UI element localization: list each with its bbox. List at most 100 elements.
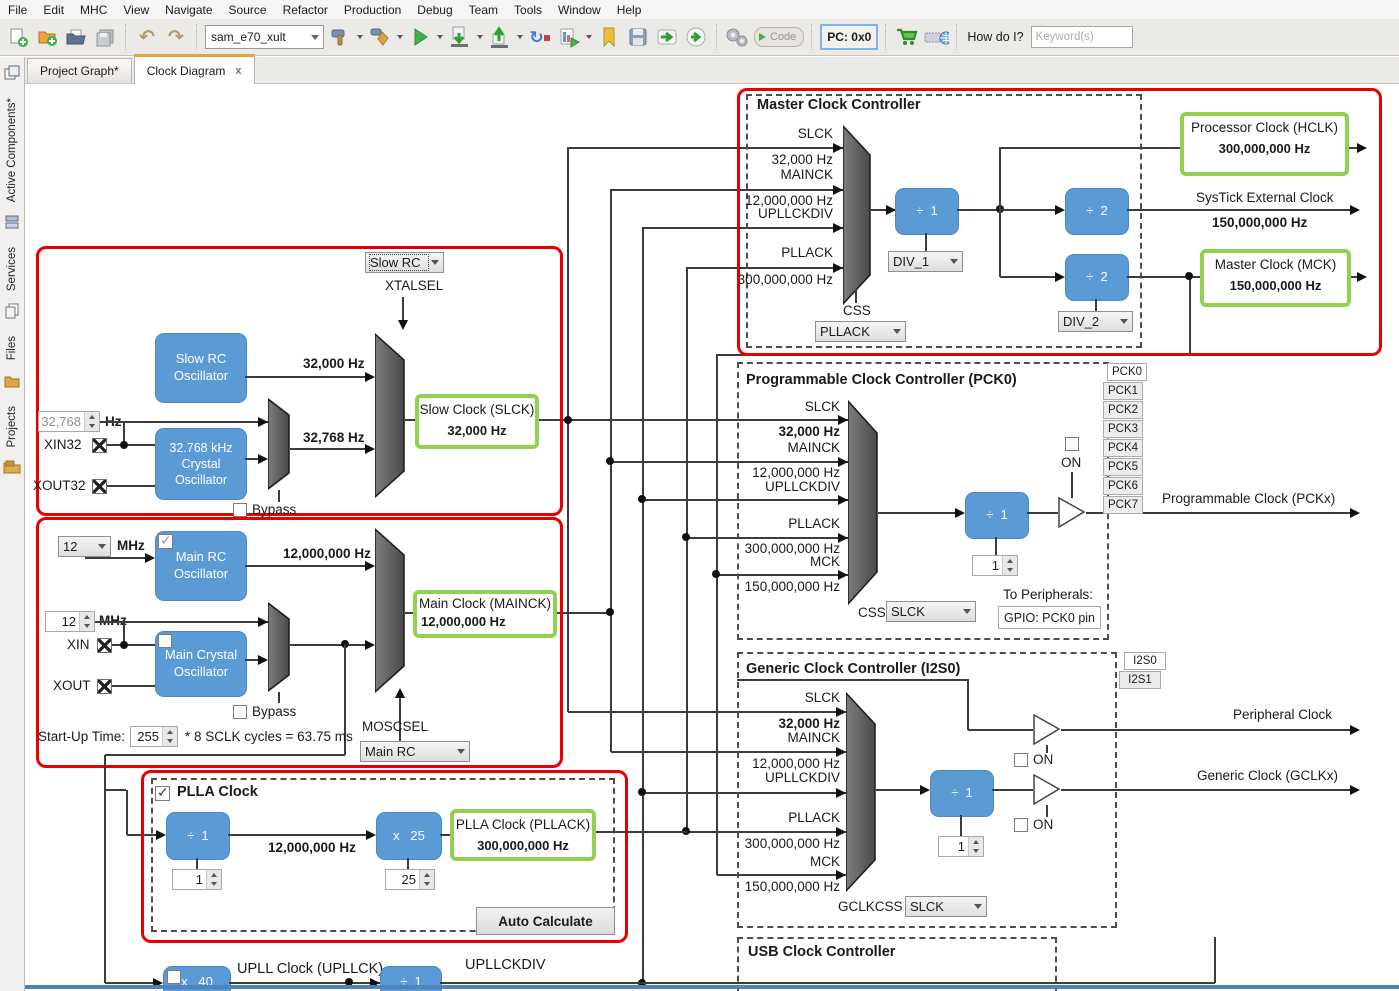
open-project-icon[interactable] bbox=[63, 24, 89, 50]
sidebar-tab-active-components[interactable]: Active Components* bbox=[6, 98, 18, 202]
tab-clock-diagram[interactable]: Clock Diagram x bbox=[134, 54, 255, 84]
main-crystal-enable-checkbox[interactable] bbox=[158, 634, 172, 648]
pck-tab-1[interactable]: PCK1 bbox=[1103, 382, 1143, 400]
run-project-icon[interactable] bbox=[407, 24, 433, 50]
moscsel-select[interactable]: Main RC bbox=[360, 741, 470, 762]
menu-debug[interactable]: Debug bbox=[409, 1, 460, 19]
xin-pin-checkbox[interactable] bbox=[97, 638, 112, 653]
dock-windows-icon[interactable] bbox=[4, 65, 20, 86]
plla-mul-spinner[interactable]: 25 bbox=[385, 869, 435, 890]
bookmark-icon[interactable] bbox=[596, 24, 622, 50]
build-project-icon[interactable] bbox=[327, 24, 353, 50]
wire bbox=[686, 267, 688, 833]
keyword-search-input[interactable] bbox=[1031, 26, 1133, 48]
gclk-on1-checkbox[interactable] bbox=[1014, 753, 1028, 767]
pck-on-checkbox[interactable] bbox=[1065, 437, 1079, 451]
tab-clock-diagram-label: Clock Diagram bbox=[147, 64, 226, 78]
step-over-icon[interactable] bbox=[654, 24, 680, 50]
gclk-tab-i2s1[interactable]: I2S1 bbox=[1119, 671, 1161, 689]
profiler-icon[interactable] bbox=[556, 24, 582, 50]
debug-dropdown-icon[interactable] bbox=[477, 35, 483, 39]
pck-css-select[interactable]: SLCK bbox=[886, 601, 976, 622]
master-div2-select[interactable]: DIV_2 bbox=[1058, 311, 1133, 332]
generate-code-button[interactable]: Code bbox=[754, 27, 804, 47]
menu-file[interactable]: File bbox=[0, 1, 35, 19]
plla-enable-checkbox[interactable] bbox=[155, 786, 170, 801]
gclk-tab-i2s0[interactable]: I2S0 bbox=[1124, 652, 1166, 670]
main-bypass-checkbox[interactable] bbox=[233, 705, 247, 719]
master-div1-select[interactable]: DIV_1 bbox=[888, 251, 963, 272]
clean-build-dropdown-icon[interactable] bbox=[397, 35, 403, 39]
pck-tab-4[interactable]: PCK4 bbox=[1103, 439, 1143, 457]
redo-icon[interactable]: ↷ bbox=[163, 24, 189, 50]
tab-project-graph[interactable]: Project Graph* bbox=[27, 58, 132, 83]
sidebar-tab-files[interactable]: Files bbox=[6, 336, 18, 360]
startup-time-label: Start-Up Time: bbox=[38, 729, 125, 744]
master-css-select[interactable]: PLLACK bbox=[815, 321, 906, 342]
step-into-icon[interactable] bbox=[683, 24, 709, 50]
startup-time-spinner[interactable]: 255 bbox=[130, 726, 178, 747]
xout32-pin-checkbox[interactable] bbox=[92, 479, 107, 494]
gclk-on2-checkbox[interactable] bbox=[1014, 818, 1028, 832]
new-file-icon[interactable] bbox=[5, 24, 31, 50]
device-globe-icon[interactable] bbox=[923, 24, 949, 50]
cart-icon[interactable] bbox=[894, 24, 920, 50]
save-icon[interactable] bbox=[625, 24, 651, 50]
pck-div-spinner[interactable]: 1 bbox=[972, 555, 1018, 576]
menu-team[interactable]: Team bbox=[461, 1, 506, 19]
menu-view[interactable]: View bbox=[115, 1, 157, 19]
clean-build-icon[interactable] bbox=[367, 24, 393, 50]
sidebar-tab-services[interactable]: Services bbox=[6, 247, 18, 291]
slow-bypass-checkbox[interactable] bbox=[233, 503, 247, 517]
wire bbox=[642, 227, 644, 983]
toolbar-separator bbox=[885, 24, 887, 50]
sidebar-tab-projects[interactable]: Projects bbox=[6, 406, 18, 448]
pck-tab-5[interactable]: PCK5 bbox=[1103, 458, 1143, 476]
pck-tab-2[interactable]: PCK2 bbox=[1103, 401, 1143, 419]
gclk-div-spinner[interactable]: 1 bbox=[938, 836, 984, 857]
refresh-debug-icon[interactable]: ↻ bbox=[527, 24, 553, 50]
pck-tab-7[interactable]: PCK7 bbox=[1103, 496, 1143, 514]
window-bottom-edge bbox=[25, 985, 1399, 989]
save-all-icon[interactable] bbox=[92, 24, 118, 50]
master-div2b-block: ÷ 2 bbox=[1065, 254, 1129, 301]
generate-code-gears-icon[interactable] bbox=[725, 24, 751, 50]
pck-in-mainck: MAINCK bbox=[740, 440, 840, 455]
menu-source[interactable]: Source bbox=[221, 1, 275, 19]
xtal32-freq-spinner[interactable]: 32,768 bbox=[38, 411, 100, 432]
menu-production[interactable]: Production bbox=[336, 1, 409, 19]
xout-pin-label: XOUT bbox=[53, 678, 91, 693]
menu-tools[interactable]: Tools bbox=[506, 1, 550, 19]
profiler-dropdown-icon[interactable] bbox=[586, 35, 592, 39]
xin32-pin-checkbox[interactable] bbox=[92, 438, 107, 453]
debug-project-icon[interactable] bbox=[447, 24, 473, 50]
pck-tab-3[interactable]: PCK3 bbox=[1103, 420, 1143, 438]
project-config-select[interactable]: sam_e70_xult bbox=[205, 25, 324, 49]
menu-edit[interactable]: Edit bbox=[35, 1, 72, 19]
new-project-icon[interactable] bbox=[34, 24, 60, 50]
gclkcss-select[interactable]: SLCK bbox=[905, 896, 987, 917]
close-tab-icon[interactable]: x bbox=[235, 65, 241, 77]
plla-div-spinner[interactable]: 1 bbox=[172, 869, 222, 890]
auto-calculate-button[interactable]: Auto Calculate bbox=[476, 907, 615, 935]
pck-tab-0[interactable]: PCK0 bbox=[1107, 363, 1147, 381]
build-dropdown-icon[interactable] bbox=[357, 35, 363, 39]
run-dropdown-icon[interactable] bbox=[437, 35, 443, 39]
main-rc-freq-select[interactable]: 12 bbox=[58, 536, 111, 557]
upll-enable-checkbox[interactable] bbox=[167, 970, 181, 984]
menu-help[interactable]: Help bbox=[609, 1, 650, 19]
menu-refactor[interactable]: Refactor bbox=[275, 1, 336, 19]
main-xtal-freq-spinner[interactable]: 12 bbox=[45, 611, 95, 632]
xout-pin-checkbox[interactable] bbox=[97, 679, 112, 694]
main-rc-enable-checkbox[interactable] bbox=[158, 534, 173, 549]
wire bbox=[229, 982, 380, 984]
xtalsel-select[interactable]: Slow RC bbox=[365, 252, 444, 273]
menu-mhc[interactable]: MHC bbox=[72, 1, 115, 19]
menu-window[interactable]: Window bbox=[550, 1, 609, 19]
menu-navigate[interactable]: Navigate bbox=[157, 1, 220, 19]
left-dock-sidebar: Active Components* Services Files Projec… bbox=[0, 57, 25, 991]
make-program-icon[interactable] bbox=[487, 24, 513, 50]
undo-icon[interactable]: ↶ bbox=[134, 24, 160, 50]
program-dropdown-icon[interactable] bbox=[517, 35, 523, 39]
pck-tab-6[interactable]: PCK6 bbox=[1103, 477, 1143, 495]
